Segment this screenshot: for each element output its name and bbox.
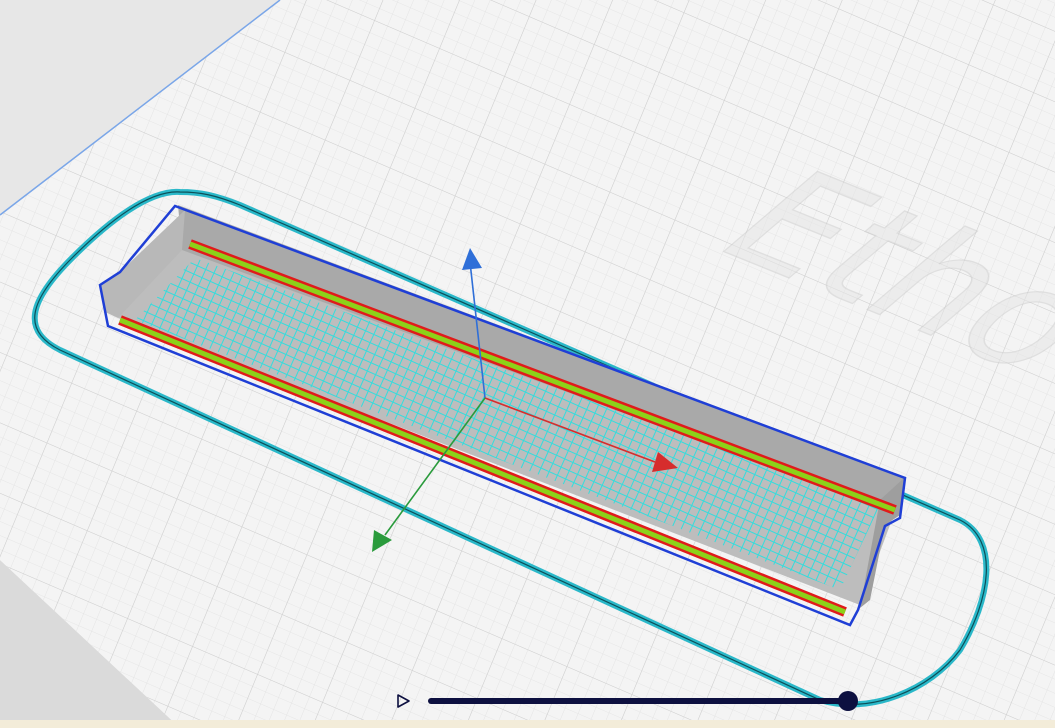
build-plate-scene[interactable]: Etho xyxy=(0,0,1055,728)
layer-slider[interactable] xyxy=(424,689,864,713)
layer-slider-handle[interactable] xyxy=(838,691,858,711)
3d-viewport[interactable]: Etho xyxy=(0,0,1055,728)
bottom-strip xyxy=(0,720,1055,728)
layer-slider-track[interactable] xyxy=(428,698,848,704)
play-button[interactable] xyxy=(392,690,414,712)
play-icon xyxy=(397,694,410,708)
